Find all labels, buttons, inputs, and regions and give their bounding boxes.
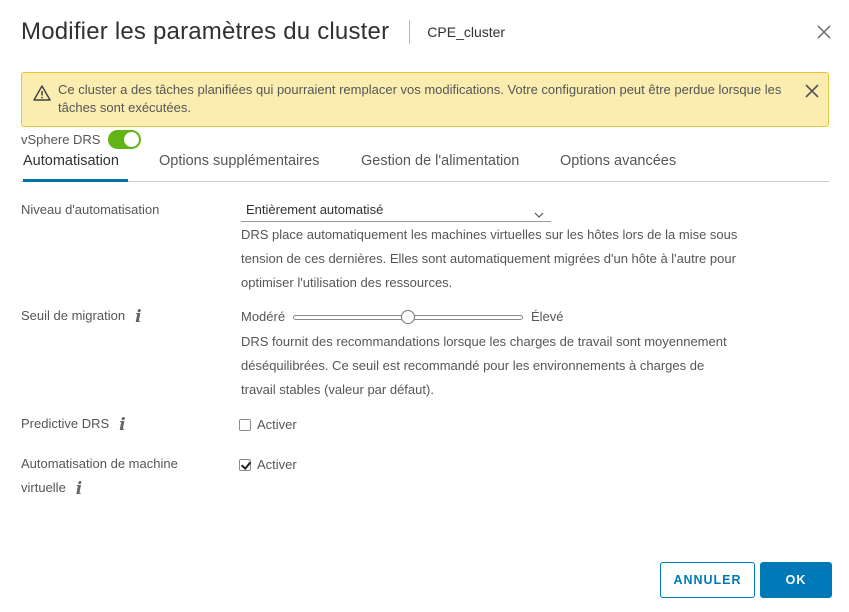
automation-level-description: DRS place automatiquement les machines v…	[241, 227, 738, 290]
info-icon[interactable]: i	[119, 413, 125, 437]
vm-automation-label-line1: Automatisation de machine	[21, 456, 178, 471]
vsphere-drs-row: vSphere DRS	[21, 129, 142, 149]
migration-threshold-description: DRS fournit des recommandations lorsque …	[241, 334, 727, 397]
chevron-down-icon	[534, 206, 544, 218]
slider-handle[interactable]	[401, 310, 415, 324]
migration-threshold-label: Seuil de migration i	[21, 304, 142, 329]
predictive-drs-label-text: Predictive DRS	[21, 416, 110, 431]
predictive-drs-checkbox-label: Activer	[257, 417, 297, 432]
toggle-knob	[124, 131, 140, 147]
automation-level-label-text: Niveau d'automatisation	[21, 202, 160, 217]
tab-automatisation[interactable]: Automatisation	[23, 153, 128, 182]
vsphere-drs-label: vSphere DRS	[21, 131, 101, 147]
edit-cluster-settings-dialog: Modifier les paramètres du cluster CPE_c…	[0, 0, 849, 612]
cancel-button[interactable]: ANNULER	[660, 562, 755, 598]
ok-button[interactable]: OK	[760, 562, 832, 598]
tab-options-supplementaires[interactable]: Options supplémentaires	[159, 153, 319, 182]
dialog-header: Modifier les paramètres du cluster CPE_c…	[21, 14, 849, 50]
close-icon[interactable]	[814, 22, 834, 42]
automation-level-select[interactable]: Entièrement automatisé	[241, 198, 551, 222]
migration-threshold-slider: Modéré Élevé	[241, 307, 601, 327]
vm-automation-label: Automatisation de machine virtuelle i	[21, 452, 178, 501]
settings-tabs: Automatisation Options supplémentaires G…	[21, 148, 829, 182]
automation-level-value: Entièrement automatisé	[246, 202, 384, 217]
slider-low-label: Modéré	[241, 309, 286, 324]
predictive-drs-checkbox-row[interactable]: Activer	[239, 417, 297, 432]
tab-options-avancees[interactable]: Options avancées	[560, 153, 676, 182]
warning-message: Ce cluster a des tâches planifiées qui p…	[58, 82, 782, 115]
scheduled-tasks-warning: Ce cluster a des tâches planifiées qui p…	[21, 72, 829, 127]
vm-automation-checkbox-label: Activer	[257, 457, 297, 472]
dialog-title: Modifier les paramètres du cluster	[21, 18, 390, 45]
info-icon[interactable]: i	[135, 305, 141, 329]
title-divider	[409, 20, 411, 44]
vsphere-drs-toggle[interactable]	[108, 129, 142, 149]
close-icon[interactable]	[804, 83, 820, 99]
slider-high-label: Élevé	[531, 309, 564, 324]
migration-threshold-label-text: Seuil de migration	[21, 308, 126, 323]
vm-automation-checkbox[interactable]	[239, 458, 251, 471]
predictive-drs-checkbox[interactable]	[239, 418, 251, 431]
info-icon[interactable]: i	[76, 477, 82, 501]
predictive-drs-label: Predictive DRS i	[21, 412, 126, 437]
warning-icon	[33, 84, 51, 102]
cluster-name: CPE_cluster	[427, 24, 506, 40]
vm-automation-checkbox-row[interactable]: Activer	[239, 457, 297, 472]
vm-automation-label-line2: virtuelle	[21, 480, 66, 495]
automation-level-label: Niveau d'automatisation	[21, 198, 159, 222]
tab-gestion-alimentation[interactable]: Gestion de l'alimentation	[361, 153, 519, 182]
